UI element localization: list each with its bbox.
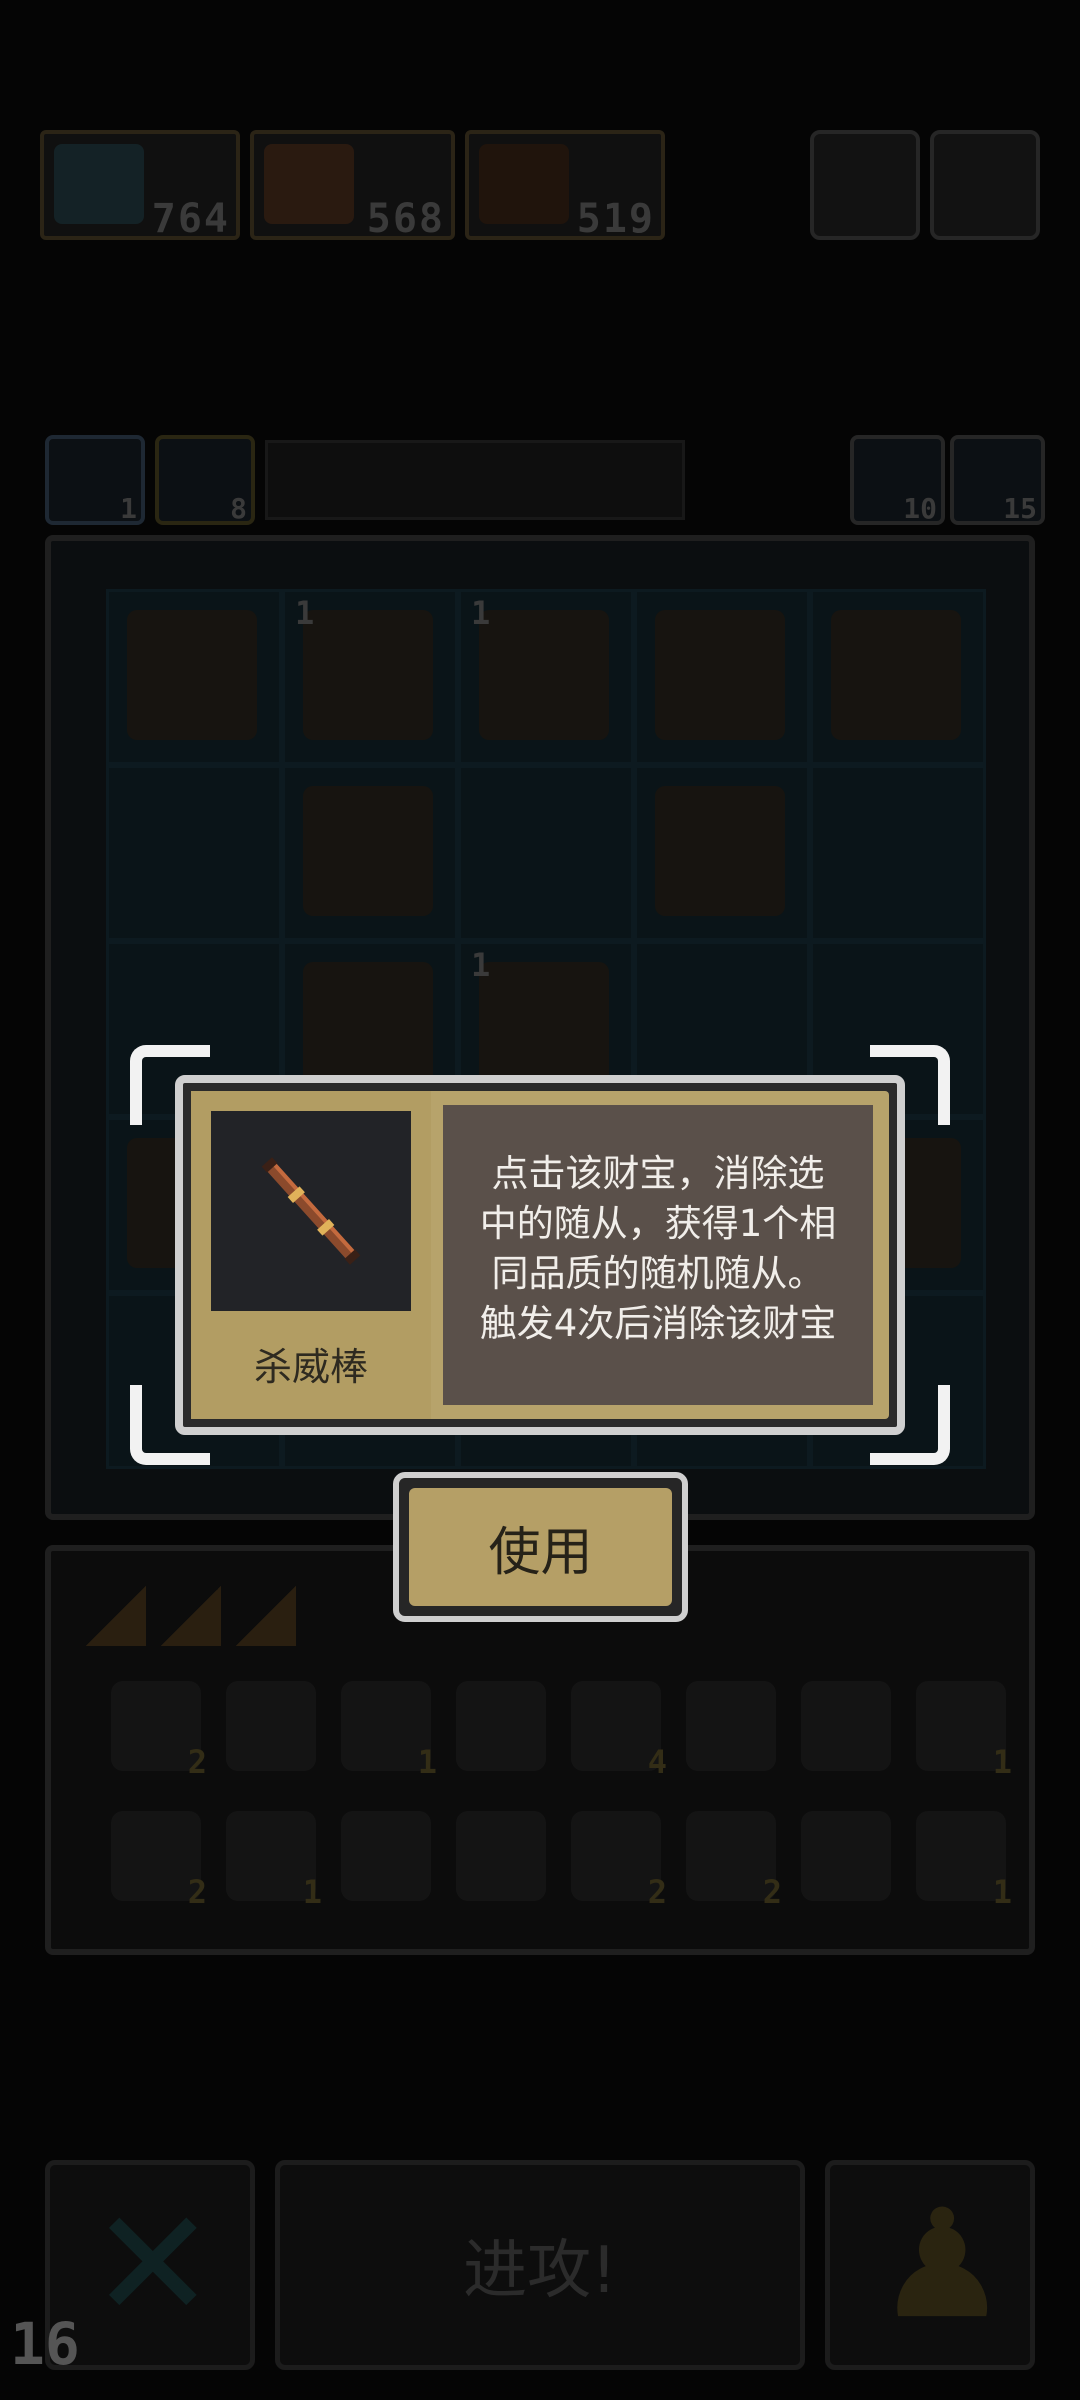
board-cell[interactable]: [810, 765, 986, 941]
unit-sprite: [303, 786, 433, 916]
inventory-item[interactable]: [686, 1681, 776, 1771]
badge-count: 8: [230, 492, 247, 525]
inventory-item[interactable]: 1: [341, 1681, 437, 1781]
board-cell[interactable]: [282, 765, 458, 941]
board-cell[interactable]: [634, 589, 810, 765]
slot-indicator: [236, 1586, 296, 1646]
description-line: 点击该财宝，消除选: [491, 1152, 825, 1195]
unit-level: 1: [295, 594, 315, 632]
inventory-item[interactable]: 2: [111, 1681, 207, 1781]
badge-count: 15: [1003, 492, 1037, 525]
inventory-item[interactable]: 1: [916, 1811, 1012, 1911]
baton-icon: [261, 1157, 361, 1265]
unit-sprite: [127, 610, 257, 740]
item-count: 1: [302, 1873, 322, 1911]
inventory-row: 2 1 2 2 1: [111, 1811, 1012, 1911]
trait-icons: [791, 1581, 1011, 1651]
coin-badge[interactable]: 8: [155, 435, 255, 525]
hero-button[interactable]: ♟: [825, 2160, 1035, 2370]
resource-slot-2: 568: [250, 130, 455, 242]
badge-count: 10: [903, 492, 937, 525]
inventory-row: 2 1 4 1: [111, 1681, 1012, 1781]
inventory-item[interactable]: [456, 1811, 546, 1901]
swap-badge[interactable]: 1: [45, 435, 145, 525]
unit-level: 1: [471, 946, 491, 984]
inventory-item[interactable]: 2: [686, 1811, 782, 1911]
weapon-icon: [479, 144, 569, 224]
monster-icon: [54, 144, 144, 224]
treasure-dialog: 杀威棒 点击该财宝，消除选 中的随从，获得1个相 同品质的随机随从。 触发4次后…: [175, 1075, 905, 1435]
board-cell[interactable]: [634, 765, 810, 941]
item-count: 1: [417, 1743, 437, 1781]
dialog-body: 杀威棒 点击该财宝，消除选 中的随从，获得1个相 同品质的随机随从。 触发4次后…: [191, 1091, 889, 1419]
item-count: 4: [647, 1743, 667, 1781]
resource-slot-1: 764: [40, 130, 240, 242]
inventory-item[interactable]: [341, 1811, 431, 1901]
settings-button[interactable]: [930, 130, 1040, 240]
board-cell[interactable]: [458, 765, 634, 941]
use-button[interactable]: 使用: [393, 1472, 688, 1622]
use-label: 使用: [488, 1522, 593, 1583]
unit-sprite: [655, 610, 785, 740]
description-line: 同品质的随机随从。: [491, 1252, 825, 1295]
inventory-item[interactable]: 2: [571, 1811, 667, 1911]
description-box: 点击该财宝，消除选 中的随从，获得1个相 同品质的随机随从。 触发4次后消除该财…: [443, 1105, 873, 1405]
item-count: 2: [187, 1743, 207, 1781]
warrior-icon: [264, 144, 354, 224]
inventory-item[interactable]: 4: [571, 1681, 667, 1781]
item-count: 2: [762, 1873, 782, 1911]
refresh-badge[interactable]: 10: [850, 435, 945, 525]
unit-sprite: [303, 610, 433, 740]
level-indicator: 16: [10, 2310, 80, 2378]
unit-sprite: [655, 786, 785, 916]
key-badge[interactable]: 15: [950, 435, 1045, 525]
use-button-face: 使用: [409, 1488, 672, 1606]
resource-value: 519: [576, 196, 655, 242]
unit-level: 1: [471, 594, 491, 632]
item-icon-box: [211, 1111, 411, 1311]
attack-button[interactable]: 进攻!: [275, 2160, 805, 2370]
unit-sprite: [831, 610, 961, 740]
unit-sprite: [479, 610, 609, 740]
unit-sprite: [303, 962, 433, 1092]
item-panel: 杀威棒: [191, 1091, 431, 1419]
item-description: 点击该财宝，消除选 中的随从，获得1个相 同品质的随机随从。 触发4次后消除该财…: [443, 1149, 873, 1349]
slot-indicator: [161, 1586, 221, 1646]
inventory-item[interactable]: [456, 1681, 546, 1771]
slot-indicator: [86, 1586, 146, 1646]
item-count: 2: [187, 1873, 207, 1911]
help-button[interactable]: [810, 130, 920, 240]
unit-sprite: [479, 962, 609, 1092]
resource-value: 764: [151, 196, 230, 242]
item-count: 1: [992, 1873, 1012, 1911]
resource-value: 568: [366, 196, 445, 242]
inventory-item[interactable]: [226, 1681, 316, 1771]
board-cell[interactable]: 1: [282, 589, 458, 765]
board-cell[interactable]: [106, 589, 282, 765]
description-line: 触发4次后消除该财宝: [479, 1302, 837, 1345]
attack-label: 进攻!: [463, 2234, 617, 2308]
badge-count: 1: [120, 492, 137, 525]
board-cell[interactable]: [810, 589, 986, 765]
close-icon: ✕: [90, 2178, 216, 2352]
pawn-icon: ♟: [875, 2178, 1010, 2352]
board-cell[interactable]: [106, 765, 282, 941]
item-name: 杀威棒: [253, 1345, 368, 1389]
item-count: 1: [992, 1743, 1012, 1781]
inventory-item[interactable]: [801, 1681, 891, 1771]
resource-slot-3: 519: [465, 130, 665, 242]
board-cell[interactable]: 1: [458, 589, 634, 765]
description-line: 中的随从，获得1个相: [479, 1202, 837, 1245]
item-count: 2: [647, 1873, 667, 1911]
inventory-item[interactable]: [801, 1811, 891, 1901]
inventory-item[interactable]: 1: [916, 1681, 1012, 1781]
progress-bar: [265, 440, 685, 520]
inventory-item[interactable]: 2: [111, 1811, 207, 1911]
inventory-item[interactable]: 1: [226, 1811, 322, 1911]
